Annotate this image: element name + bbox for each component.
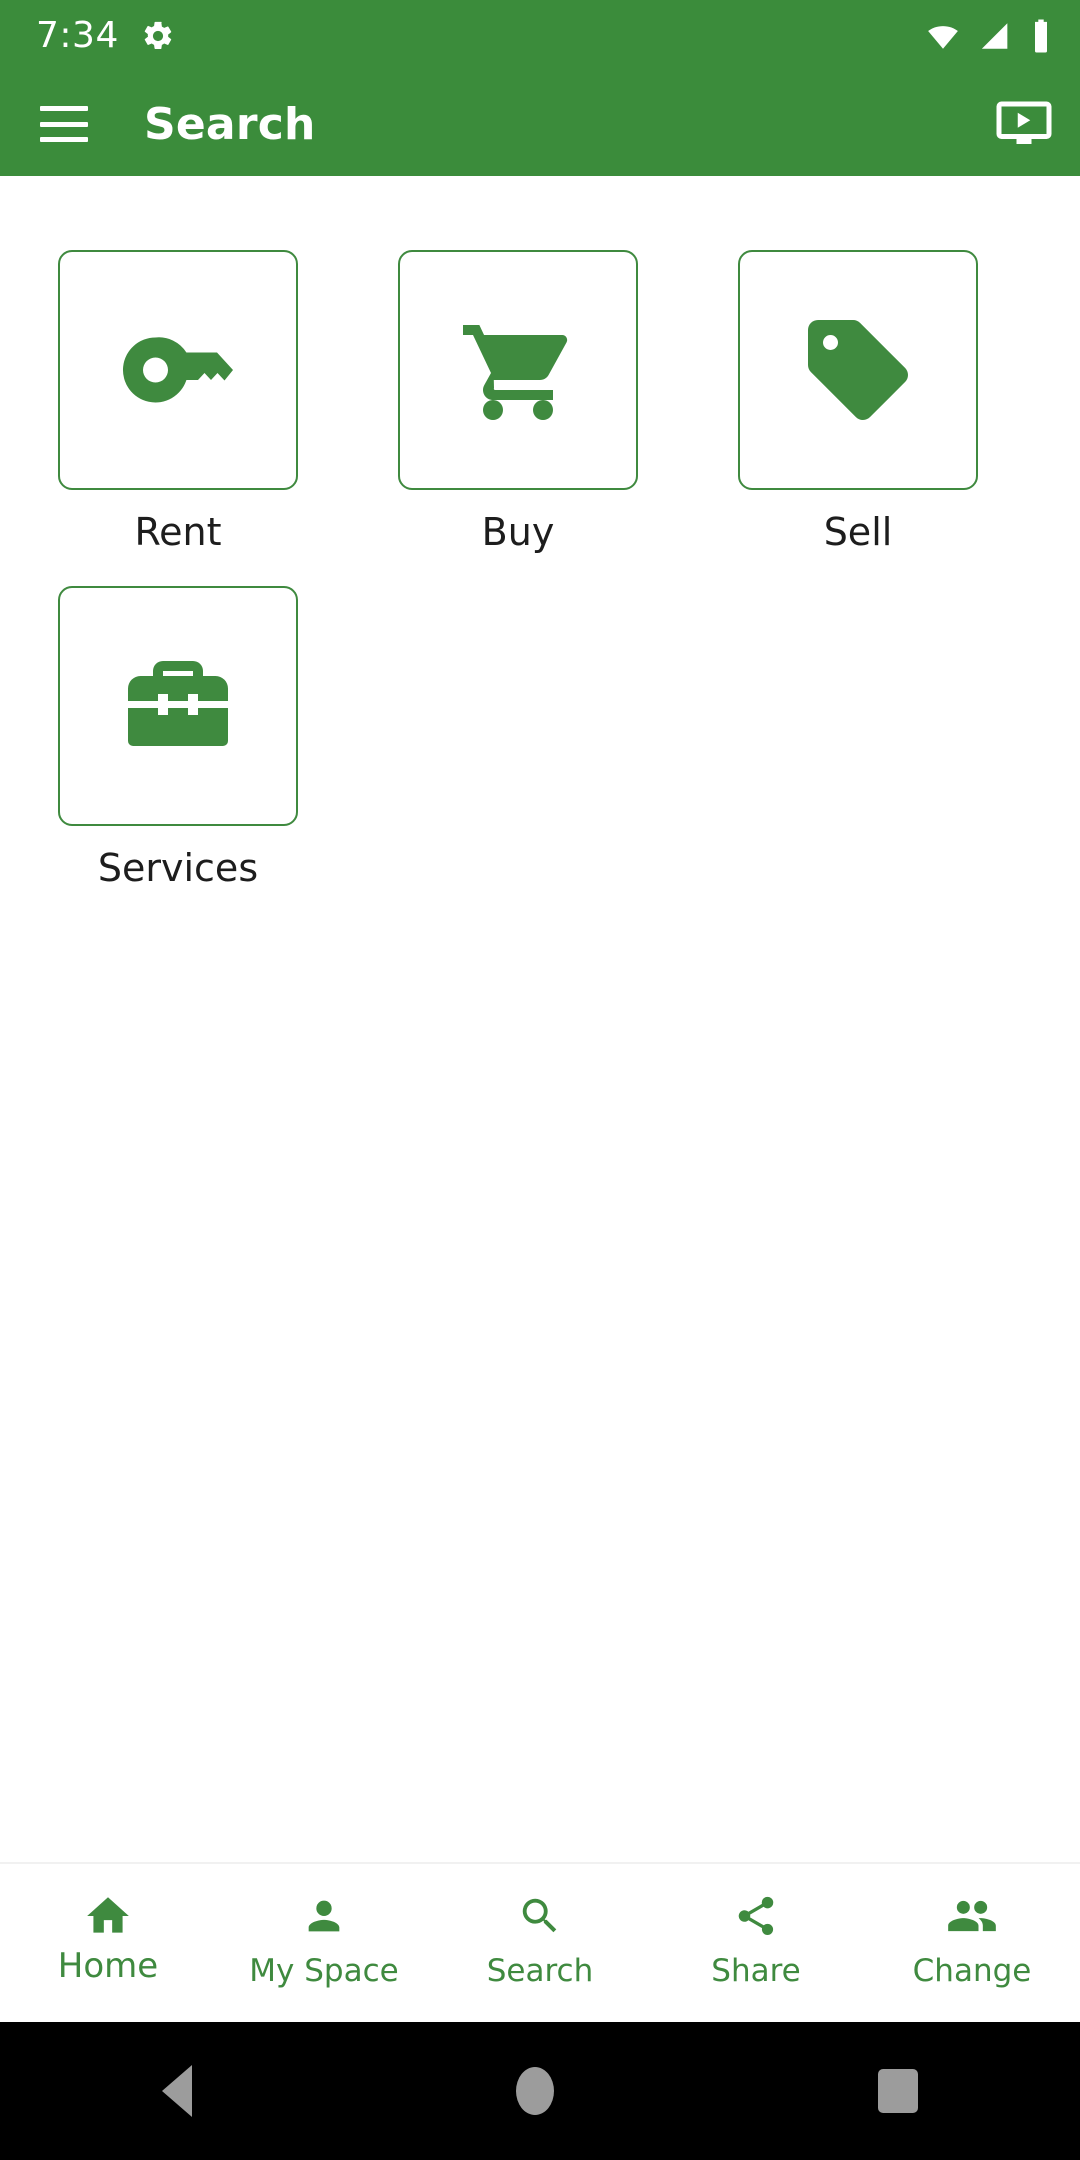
battery-icon — [1035, 19, 1047, 53]
category-tile-services[interactable] — [58, 585, 298, 826]
recents-square-icon[interactable] — [878, 2069, 918, 2113]
settings-gear-icon — [144, 21, 172, 50]
search-icon — [517, 1890, 563, 1942]
hamburger-line — [40, 121, 88, 127]
app-bar: Search — [0, 72, 1080, 176]
category-label: Rent — [134, 510, 222, 554]
category-cell-services: Services — [38, 585, 318, 890]
category-cell-buy: Buy — [378, 250, 658, 554]
cell-signal-icon — [981, 23, 1008, 49]
bottom-nav-item-share[interactable]: Share — [648, 1890, 864, 1988]
shopping-cart-icon — [463, 325, 568, 420]
home-circle-icon[interactable] — [516, 2067, 554, 2115]
category-grid: Rent Buy Sell Services — [0, 250, 1080, 890]
ondemand-video-button[interactable] — [994, 94, 1054, 154]
category-tile-buy[interactable] — [398, 250, 638, 490]
category-label: Buy — [481, 510, 555, 554]
status-bar: 7:34 — [0, 0, 1080, 72]
category-label: Sell — [823, 510, 893, 554]
main-content: Rent Buy Sell Services — [0, 176, 1080, 1862]
bottom-nav-label: My Space — [249, 1953, 399, 1989]
bottom-nav-item-search[interactable]: Search — [432, 1890, 648, 1988]
app-root: 7:34 Search Rent Buy Sell Services Home … — [0, 0, 1080, 2160]
hamburger-line — [40, 106, 88, 111]
wifi-icon — [928, 26, 958, 49]
category-cell-sell: Sell — [718, 250, 998, 554]
status-bar-right — [924, 18, 1052, 54]
bottom-nav-label: Change — [912, 1953, 1032, 1989]
status-bar-clock: 7:34 — [36, 15, 119, 56]
category-cell-rent: Rent — [38, 250, 318, 554]
toolbox-icon — [128, 660, 228, 746]
back-triangle-icon[interactable] — [162, 2065, 192, 2117]
category-tile-rent[interactable] — [58, 250, 298, 490]
category-tile-sell[interactable] — [738, 250, 978, 490]
bottom-nav-label: Search — [486, 1953, 594, 1989]
key-icon — [122, 337, 233, 403]
people-icon — [946, 1890, 998, 1942]
android-system-navigation-bar — [0, 2022, 1080, 2160]
bottom-nav-item-my-space[interactable]: My Space — [216, 1890, 432, 1988]
hamburger-line — [40, 137, 88, 142]
bottom-nav-item-change[interactable]: Change — [864, 1890, 1080, 1988]
page-title: Search — [144, 98, 316, 150]
ondemand-video-icon — [996, 101, 1052, 144]
category-label: Services — [97, 845, 259, 890]
bottom-nav-item-home[interactable]: Home — [0, 1890, 216, 1985]
price-tag-icon — [808, 320, 908, 420]
person-icon — [301, 1890, 347, 1942]
hamburger-menu-icon[interactable] — [40, 106, 88, 142]
status-bar-left: 7:34 — [36, 18, 175, 54]
bottom-nav-label: Share — [711, 1953, 801, 1989]
share-icon — [733, 1890, 779, 1942]
home-icon — [83, 1890, 133, 1942]
bottom-navigation-bar: Home My Space Search Share Change — [0, 1862, 1080, 2022]
bottom-nav-label: Home — [57, 1946, 159, 1986]
